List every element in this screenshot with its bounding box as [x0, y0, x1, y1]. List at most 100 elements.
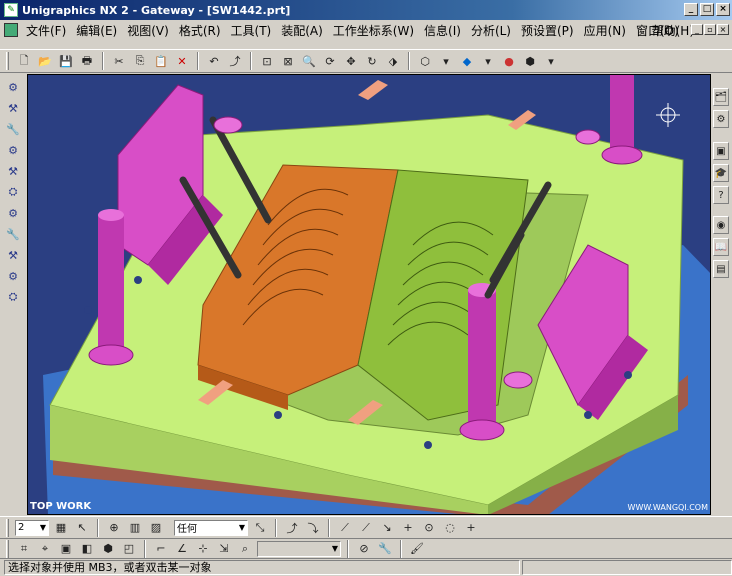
- plane-icon[interactable]: ⌕: [236, 540, 254, 558]
- cut-icon[interactable]: ✂: [110, 52, 128, 70]
- group-icon[interactable]: ⬢: [99, 540, 117, 558]
- status-bar: 选择对象并使用 MB3，或者双击某一对象: [0, 558, 732, 576]
- chevron-down-icon: ▼: [39, 523, 46, 532]
- point-icon[interactable]: ⊹: [194, 540, 212, 558]
- object-display-icon[interactable]: ◧: [78, 540, 96, 558]
- undo-icon[interactable]: ↶: [205, 52, 223, 70]
- component-icon[interactable]: ⚙: [4, 141, 22, 159]
- vector-icon[interactable]: ⇲: [215, 540, 233, 558]
- menu-tools[interactable]: 工具(T): [227, 22, 278, 39]
- mark-icon[interactable]: 🔧: [376, 540, 394, 558]
- history-icon[interactable]: ▣: [713, 142, 729, 160]
- print-icon[interactable]: 🖶: [78, 52, 96, 70]
- control-point-icon[interactable]: ↘: [378, 519, 396, 537]
- measure-distance-icon[interactable]: ⌐: [152, 540, 170, 558]
- parting-icon[interactable]: ⚙: [4, 204, 22, 222]
- menu-info[interactable]: 信息(I): [420, 22, 467, 39]
- snap-select[interactable]: ▼: [257, 540, 341, 557]
- reject-icon[interactable]: ⤵: [304, 519, 322, 537]
- paint-icon[interactable]: 🖌: [408, 540, 426, 558]
- display-icon[interactable]: ▣: [57, 540, 75, 558]
- reuse-library-icon[interactable]: 📖: [713, 238, 729, 256]
- minimize-button[interactable]: _: [684, 3, 698, 16]
- menu-wcs[interactable]: 工作坐标系(W): [329, 22, 420, 39]
- existing-point-icon[interactable]: +: [462, 519, 480, 537]
- zoom-window-icon[interactable]: ⊠: [279, 52, 297, 70]
- layer-dropdown-icon[interactable]: ▾: [542, 52, 560, 70]
- end-point-icon[interactable]: ⟋: [336, 519, 354, 537]
- wcs-icon[interactable]: ⌖: [36, 540, 54, 558]
- center-icon[interactable]: ⊙: [420, 519, 438, 537]
- measure-angle-icon[interactable]: ∠: [173, 540, 191, 558]
- info-icon[interactable]: ⊘: [355, 540, 373, 558]
- mdi-close-button[interactable]: ×: [717, 24, 729, 35]
- moldbase-icon[interactable]: 🔧: [4, 225, 22, 243]
- menu-format[interactable]: 格式(R): [175, 22, 227, 39]
- document-icon[interactable]: [4, 23, 18, 37]
- bom-icon[interactable]: ⛭: [4, 288, 22, 306]
- help-icon[interactable]: ?: [713, 186, 729, 204]
- toolbar-grip[interactable]: [6, 52, 9, 70]
- type-filter-select[interactable]: 任何 ▼: [174, 519, 248, 536]
- assembly-navigator-icon[interactable]: 🗂: [713, 88, 729, 106]
- copy-icon[interactable]: ⎘: [131, 52, 149, 70]
- slider-icon[interactable]: ⚒: [4, 246, 22, 264]
- ejector-icon[interactable]: ⚙: [4, 267, 22, 285]
- shaded-dropdown-icon[interactable]: ▾: [479, 52, 497, 70]
- material-icon[interactable]: ●: [500, 52, 518, 70]
- menu-analysis[interactable]: 分析(L): [467, 22, 517, 39]
- mdi-minimize-button[interactable]: _: [691, 24, 703, 35]
- standard-toolbar: 🗋 📂 💾 🖶 ✂ ⎘ 📋 ✕ ↶ ⤴ ⊡ ⊠ 🔍 ⟳ ✥ ↻ ⬗ ⬡ ▾ ◆ …: [0, 49, 732, 73]
- mold-wizard-icon[interactable]: ⚒: [4, 99, 22, 117]
- graphics-window[interactable]: TOP WORK WWW.WANGQI.COM: [27, 74, 711, 515]
- repeat-icon[interactable]: ⤴: [226, 52, 244, 70]
- maximize-button[interactable]: □: [700, 3, 714, 16]
- work-layer-select[interactable]: 2 ▼: [15, 519, 49, 536]
- layout-icon[interactable]: ⛭: [4, 183, 22, 201]
- pan-icon[interactable]: ✥: [342, 52, 360, 70]
- mdi-restore-button[interactable]: ▫: [704, 24, 716, 35]
- deselect-icon[interactable]: ⤴: [283, 519, 301, 537]
- menu-assembly[interactable]: 装配(A): [277, 22, 329, 39]
- general-select-icon[interactable]: ⤡: [251, 519, 269, 537]
- menu-edit[interactable]: 编辑(E): [72, 22, 123, 39]
- save-icon[interactable]: 💾: [57, 52, 75, 70]
- open-file-icon[interactable]: 📂: [36, 52, 54, 70]
- refresh-icon[interactable]: ↻: [363, 52, 381, 70]
- select-icon[interactable]: ↖: [73, 519, 91, 537]
- view-orient-icon[interactable]: ⬗: [384, 52, 402, 70]
- view-dropdown-icon[interactable]: ▾: [437, 52, 455, 70]
- zoom-icon[interactable]: 🔍: [300, 52, 318, 70]
- new-file-icon[interactable]: 🗋: [15, 52, 33, 70]
- mid-point-icon[interactable]: ⟋: [357, 519, 375, 537]
- menu-file[interactable]: 文件(F): [22, 22, 72, 39]
- training-icon[interactable]: 🎓: [713, 164, 729, 182]
- intersection-icon[interactable]: +: [399, 519, 417, 537]
- part-nav-icon[interactable]: 🔧: [4, 120, 22, 138]
- rotate-icon[interactable]: ⟳: [321, 52, 339, 70]
- close-button[interactable]: ×: [716, 3, 730, 16]
- menu-application[interactable]: 应用(N): [580, 22, 632, 39]
- shaded-icon[interactable]: ◆: [458, 52, 476, 70]
- layer-settings-icon[interactable]: ▦: [52, 519, 70, 537]
- filter-icon[interactable]: ▨: [147, 519, 165, 537]
- paste-icon[interactable]: 📋: [152, 52, 170, 70]
- part-navigator-icon[interactable]: ⚙: [713, 110, 729, 128]
- quadrant-icon[interactable]: ◌: [441, 519, 459, 537]
- type-filter-value: 任何: [177, 524, 197, 535]
- layer-icon[interactable]: ⬢: [521, 52, 539, 70]
- workpiece-icon[interactable]: ⚒: [4, 162, 22, 180]
- snap-icon[interactable]: ⊕: [105, 519, 123, 537]
- menu-view[interactable]: 视图(V): [123, 22, 175, 39]
- assembly-nav-icon[interactable]: ⚙: [4, 78, 22, 96]
- menu-preferences[interactable]: 预设置(P): [517, 22, 580, 39]
- blank-icon[interactable]: ◰: [120, 540, 138, 558]
- view-name-label: TOP WORK: [30, 501, 92, 512]
- palette-icon[interactable]: ▤: [713, 260, 729, 278]
- wireframe-icon[interactable]: ⬡: [416, 52, 434, 70]
- selection-filter-icon[interactable]: ▥: [126, 519, 144, 537]
- fit-icon[interactable]: ⊡: [258, 52, 276, 70]
- csys-icon[interactable]: ⌗: [15, 540, 33, 558]
- roles-icon[interactable]: ◉: [713, 216, 729, 234]
- delete-icon[interactable]: ✕: [173, 52, 191, 70]
